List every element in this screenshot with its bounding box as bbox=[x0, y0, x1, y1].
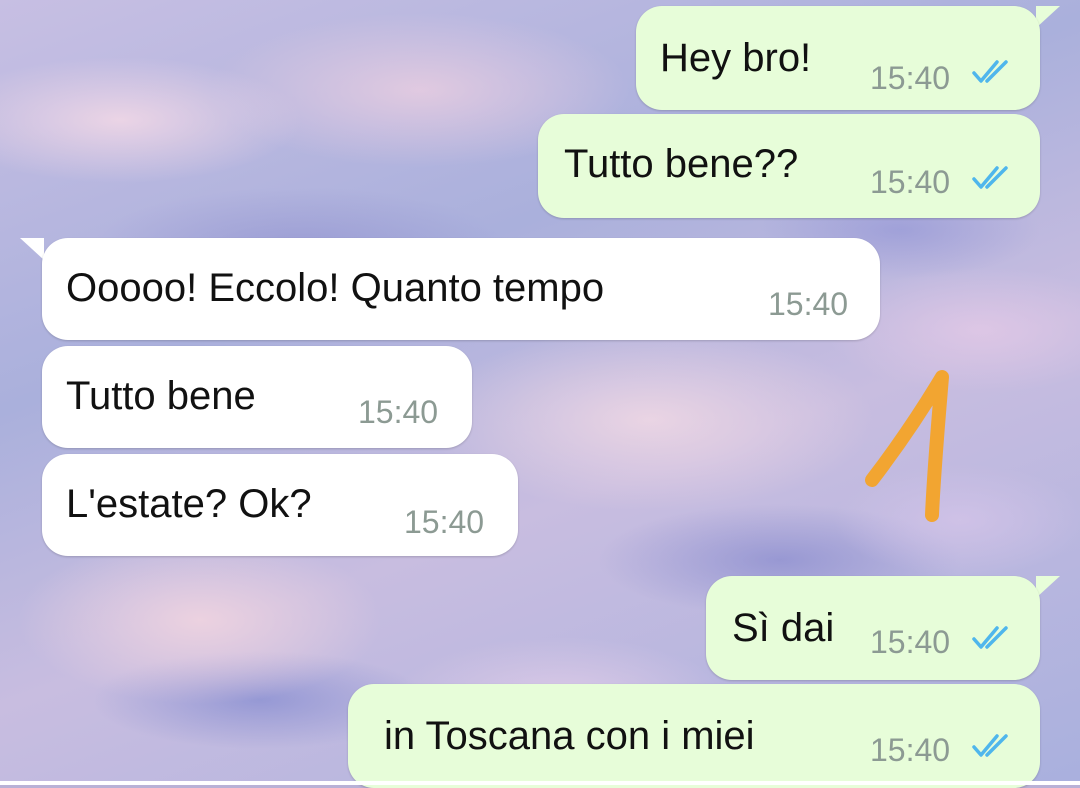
incoming-message-bubble[interactable]: Ooooo! Eccolo! Quanto tempo 15:40 bbox=[42, 238, 880, 340]
double-check-read-icon bbox=[972, 166, 1008, 189]
bottom-edge bbox=[0, 781, 1080, 785]
outgoing-message-bubble[interactable]: Tutto bene?? 15:40 bbox=[538, 114, 1040, 218]
bubble-tail bbox=[1036, 576, 1060, 598]
outgoing-message-bubble[interactable]: Sì dai 15:40 bbox=[706, 576, 1040, 680]
message-text: Hey bro! bbox=[660, 36, 812, 80]
bubble-tail bbox=[1036, 6, 1060, 28]
message-time: 15:40 bbox=[870, 164, 951, 200]
message-text: Tutto bene bbox=[66, 374, 256, 418]
message-text: Tutto bene?? bbox=[564, 142, 799, 186]
bubble-tail bbox=[20, 238, 44, 260]
handwritten-number-one-icon bbox=[865, 370, 949, 522]
double-check-read-icon bbox=[972, 626, 1008, 649]
message-time: 15:40 bbox=[870, 60, 951, 96]
message-time: 15:40 bbox=[870, 732, 951, 768]
message-text: Sì dai bbox=[732, 606, 835, 650]
message-time: 15:40 bbox=[404, 504, 485, 540]
double-check-read-icon bbox=[972, 60, 1008, 83]
message-time: 15:40 bbox=[870, 624, 951, 660]
message-text: Ooooo! Eccolo! Quanto tempo bbox=[66, 266, 605, 310]
incoming-message-bubble[interactable]: L'estate? Ok? 15:40 bbox=[42, 454, 518, 556]
message-time: 15:40 bbox=[768, 286, 849, 322]
message-text: L'estate? Ok? bbox=[66, 482, 312, 526]
double-check-read-icon bbox=[972, 734, 1008, 757]
message-time: 15:40 bbox=[358, 394, 439, 430]
outgoing-message-bubble[interactable]: in Toscana con i miei 15:40 bbox=[348, 684, 1040, 788]
incoming-message-bubble[interactable]: Tutto bene 15:40 bbox=[42, 346, 472, 448]
message-text: in Toscana con i miei bbox=[384, 714, 755, 758]
outgoing-message-bubble[interactable]: Hey bro! 15:40 bbox=[636, 6, 1040, 110]
